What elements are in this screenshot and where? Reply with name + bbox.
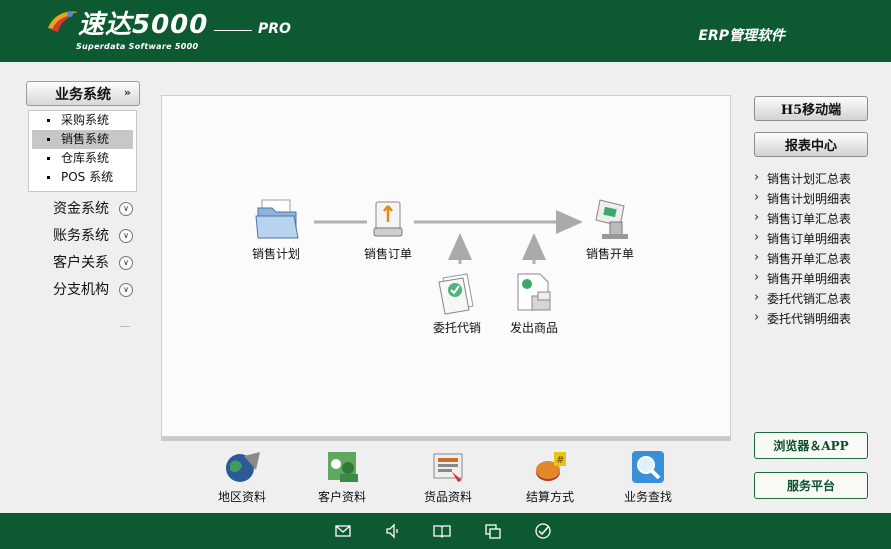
tool-label: 结算方式	[526, 490, 575, 504]
usb-drive-icon	[373, 201, 403, 237]
tool-label: 客户资料	[318, 490, 367, 504]
report-link[interactable]: 委托代销汇总表	[754, 289, 851, 308]
nav-funds-system[interactable]: 资金系统 ∨	[40, 198, 140, 220]
service-platform-button[interactable]: 服务平台	[754, 472, 868, 499]
tool-label: 地区资料	[218, 490, 267, 504]
product-title: ERP管理软件	[698, 28, 785, 44]
flow-label: 销售订单	[364, 247, 413, 261]
book-icon[interactable]	[433, 522, 451, 540]
tool-label: 业务查找	[624, 490, 673, 504]
subsystem-sales[interactable]: 销售系统	[32, 130, 133, 149]
windows-icon[interactable]	[484, 522, 502, 540]
flow-node-consignment[interactable]: 委托代销	[433, 270, 481, 336]
subsystem-purchase[interactable]: 采购系统	[29, 111, 136, 130]
flow-node-shipped-goods[interactable]: 发出商品	[510, 270, 558, 336]
nav-funds-label: 资金系统	[53, 201, 109, 217]
browser-app-button[interactable]: 浏览器＆APP	[754, 432, 868, 459]
logo-swoosh-icon	[48, 11, 78, 32]
tool-label: 货品资料	[424, 490, 473, 504]
app-footer	[0, 513, 891, 549]
check-icon[interactable]	[534, 522, 552, 540]
logo-divider	[214, 30, 252, 31]
document-check-icon	[438, 273, 474, 315]
nav-customer-relations[interactable]: 客户关系 ∨	[40, 252, 140, 274]
report-link[interactable]: 委托代销明细表	[754, 309, 851, 328]
nav-business-system[interactable]: 业务系统 »	[26, 81, 140, 106]
customers-icon	[328, 452, 358, 482]
globe-icon	[226, 452, 260, 482]
report-link[interactable]: 销售开单明细表	[754, 269, 851, 288]
flow-arrows	[314, 210, 583, 264]
sidebar-divider	[120, 326, 130, 327]
flow-node-sales-plan[interactable]: 销售计划	[252, 196, 300, 262]
chevron-down-icon: ∨	[119, 283, 133, 297]
nav-business-label: 业务系统	[55, 86, 111, 103]
report-link[interactable]: 销售订单明细表	[754, 229, 851, 248]
logo-pro-badge: PRO	[258, 21, 291, 37]
tool-business-search[interactable]: 业务查找	[624, 450, 672, 505]
chevron-down-icon: ∨	[119, 202, 133, 216]
cash-register-icon	[595, 199, 628, 239]
folder-icon	[255, 199, 299, 239]
tool-region-data[interactable]: 地区资料	[218, 450, 266, 505]
logo-text: 速达5000	[78, 10, 209, 40]
subsystem-pos[interactable]: POS 系统	[29, 168, 136, 187]
document-box-icon	[517, 273, 551, 311]
search-icon	[632, 451, 664, 483]
flow-label: 委托代销	[433, 321, 482, 335]
chevron-down-icon: ∨	[119, 256, 133, 270]
h5-mobile-button[interactable]: H5移动端	[754, 96, 868, 121]
goods-icon	[433, 453, 463, 482]
logo-subtitle: Superdata Software 5000	[76, 42, 199, 51]
mail-icon[interactable]	[334, 522, 352, 540]
flow-node-sales-invoice[interactable]: 销售开单	[586, 196, 634, 262]
nav-customer-label: 客户关系	[53, 255, 109, 271]
app-header: 速达5000 PRO Superdata Software 5000 ERP管理…	[0, 0, 891, 62]
report-link[interactable]: 销售开单汇总表	[754, 249, 851, 268]
flow-label: 销售开单	[586, 247, 635, 261]
report-link[interactable]: 销售计划汇总表	[754, 169, 851, 188]
chevron-down-icon: ∨	[119, 229, 133, 243]
flow-node-sales-order[interactable]: 销售订单	[364, 196, 412, 262]
speaker-icon[interactable]	[384, 522, 402, 540]
nav-accounts-system[interactable]: 账务系统 ∨	[40, 225, 140, 247]
business-subsystem-list: 采购系统 销售系统 仓库系统 POS 系统	[28, 110, 137, 192]
subsystem-warehouse[interactable]: 仓库系统	[29, 149, 136, 168]
tool-customer-data[interactable]: 客户资料	[318, 450, 366, 505]
report-link[interactable]: 销售计划明细表	[754, 189, 851, 208]
chevron-double-down-icon: »	[123, 86, 131, 99]
sales-flow-panel: 销售计划 销售订单 销售开单 委托代销 发出商品	[161, 95, 731, 437]
nav-accounts-label: 账务系统	[53, 228, 109, 244]
report-link[interactable]: 销售订单汇总表	[754, 209, 851, 228]
flow-label: 销售计划	[252, 247, 301, 261]
settlement-icon: #	[536, 452, 566, 481]
report-center-button[interactable]: 报表中心	[754, 132, 868, 157]
svg-text:#: #	[556, 455, 564, 466]
nav-branches[interactable]: 分支机构 ∨	[40, 279, 140, 301]
tool-settlement[interactable]: # 结算方式	[526, 450, 574, 505]
tool-goods-data[interactable]: 货品资料	[424, 450, 472, 505]
flow-label: 发出商品	[510, 321, 559, 335]
nav-branches-label: 分支机构	[53, 282, 109, 298]
